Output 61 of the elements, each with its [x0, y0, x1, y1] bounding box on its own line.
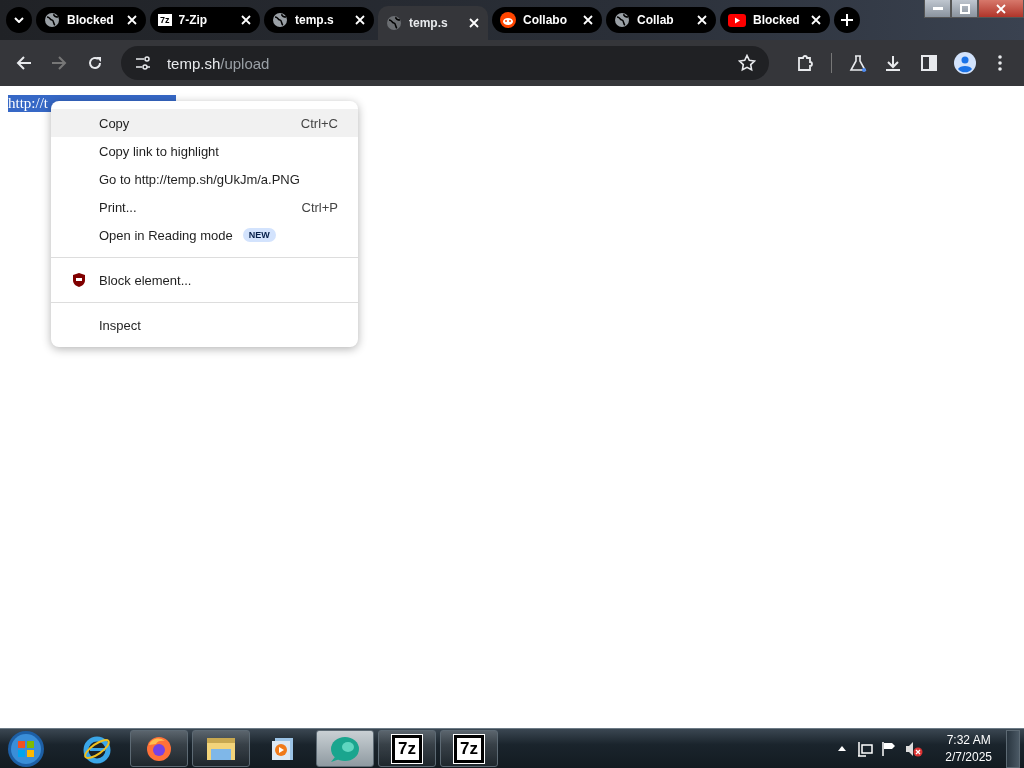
reload-icon[interactable]: [87, 55, 104, 71]
speaker-muted-icon[interactable]: [905, 740, 924, 757]
flag-icon[interactable]: [881, 740, 898, 757]
globe-icon: [386, 15, 402, 31]
chevron-down-icon: [14, 17, 24, 23]
show-hidden-icons-icon[interactable]: [838, 746, 847, 751]
plus-icon: [841, 14, 853, 26]
menu-item[interactable]: Copy link to highlight: [51, 137, 358, 165]
reddit-icon: [500, 12, 516, 28]
close-icon: [127, 15, 137, 25]
media-player-icon: [270, 735, 296, 762]
shortcut-text: Ctrl+C: [300, 115, 338, 131]
youtube-icon: [728, 13, 746, 27]
network-icon[interactable]: [857, 740, 874, 757]
minimize-button[interactable]: [924, 0, 951, 18]
new-tab-button[interactable]: [834, 7, 860, 33]
browser-tab[interactable]: temp.s: [264, 7, 374, 33]
menu-item[interactable]: Copy Ctrl+C: [51, 109, 358, 137]
maximize-button[interactable]: [951, 0, 978, 18]
url-text: temp.sh/upload: [166, 54, 271, 72]
menu-item[interactable]: Go to http://temp.sh/gUkJm/a.PNG: [51, 165, 358, 193]
globe-icon: [272, 12, 288, 28]
clock[interactable]: 7:32 AM 2/7/2025: [945, 731, 992, 766]
taskbar-button[interactable]: 7z: [378, 730, 436, 767]
new-badge: NEW: [242, 228, 276, 242]
menu-item[interactable]: Open in Reading mode NEW: [51, 221, 358, 249]
browser-tab[interactable]: temp.s: [378, 6, 488, 40]
menu-item[interactable]: Inspect: [51, 311, 358, 339]
sevenzip-icon: 7z: [392, 734, 422, 763]
taskbar-button[interactable]: [192, 730, 250, 767]
close-icon: [355, 15, 365, 25]
globe-icon: [614, 12, 630, 28]
close-icon: [241, 15, 251, 25]
sevenzip-icon: 7z: [158, 14, 172, 26]
close-icon: [469, 18, 479, 28]
close-icon: [996, 3, 1006, 14]
browser-tab[interactable]: 7z 7-Zip: [150, 7, 260, 33]
shortcut-text: Ctrl+P: [301, 199, 338, 215]
minimize-icon: [932, 6, 943, 11]
chat-bubble-icon: [329, 734, 361, 763]
taskbar-button[interactable]: 7z: [440, 730, 498, 767]
close-icon: [697, 15, 707, 25]
browser-tab[interactable]: Blocked: [36, 7, 146, 33]
globe-icon: [44, 12, 60, 28]
shield-icon: [71, 272, 87, 288]
browser-tab[interactable]: Collab: [606, 7, 716, 33]
forward-icon[interactable]: [51, 55, 68, 71]
close-icon: [583, 15, 593, 25]
browser-tab[interactable]: Collabo: [492, 7, 602, 33]
menu-item[interactable]: Print... Ctrl+P: [51, 193, 358, 221]
browser-tab[interactable]: Blocked: [720, 7, 830, 33]
firefox-icon: [145, 734, 173, 763]
back-icon[interactable]: [15, 55, 32, 71]
close-button[interactable]: [978, 0, 1024, 18]
sevenzip-icon: 7z: [454, 734, 484, 763]
menu-item[interactable]: Block element...: [51, 266, 358, 294]
maximize-icon: [959, 3, 970, 14]
address-bar[interactable]: temp.sh/upload: [120, 46, 770, 80]
tab-search-button[interactable]: [6, 7, 32, 33]
taskbar-button[interactable]: [130, 730, 188, 767]
close-icon: [811, 15, 821, 25]
